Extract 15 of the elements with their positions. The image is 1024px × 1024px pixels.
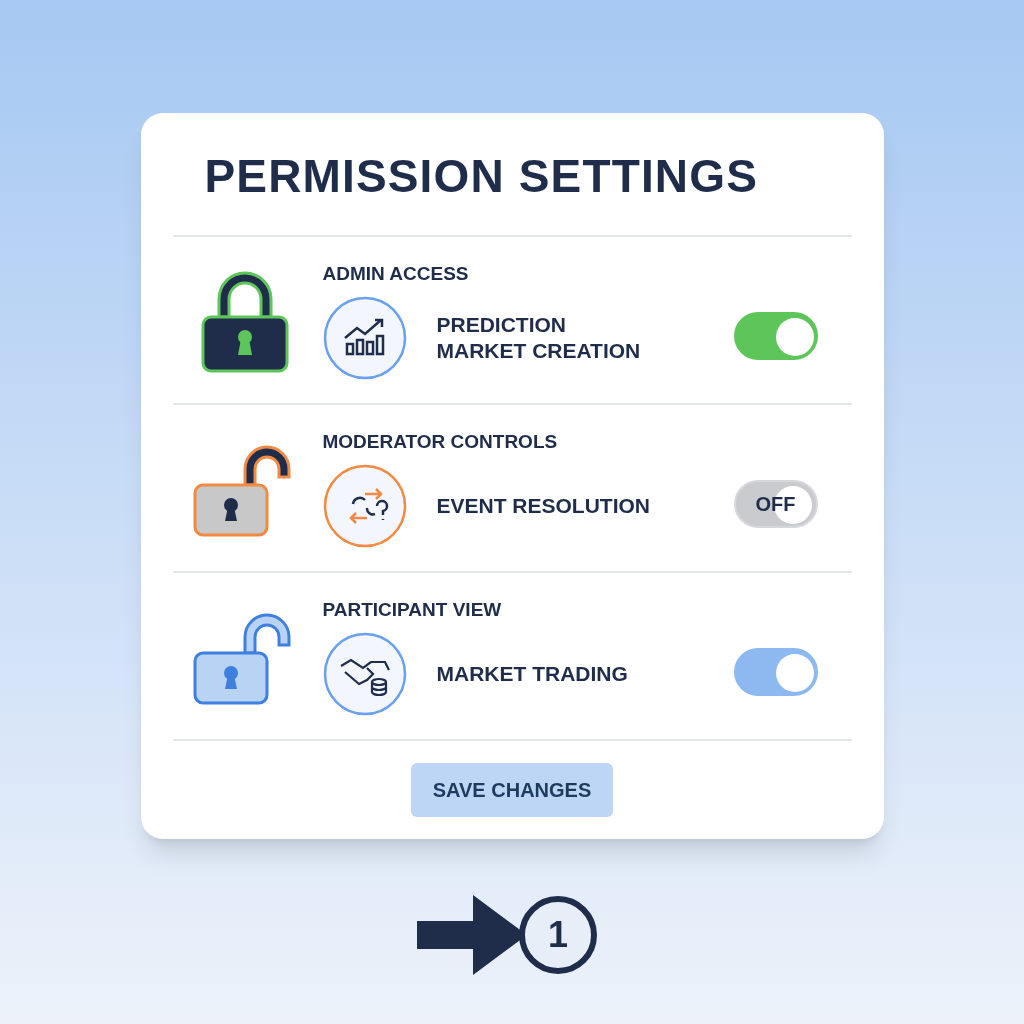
role-label: PARTICIPANT VIEW: [322, 597, 503, 622]
toggle-switch[interactable]: [733, 311, 818, 360]
toggle-switch[interactable]: [733, 647, 818, 696]
feature-label: EVENT RESOLUTION: [436, 493, 652, 520]
chart-icon: [322, 296, 407, 381]
feature-label: MARKET TRADING: [436, 661, 629, 688]
feature-label: PREDICTION MARKET CREATION: [436, 312, 642, 365]
toggle-switch[interactable]: OFF: [733, 479, 818, 528]
save-button[interactable]: SAVE CHANGES: [410, 763, 614, 817]
step-number: 1: [519, 896, 597, 974]
card-title: PERMISSION SETTINGS: [203, 153, 759, 199]
role-label: MODERATOR CONTROLS: [322, 429, 559, 454]
handshake-icon: [322, 632, 407, 717]
role-label: ADMIN ACCESS: [322, 261, 470, 286]
exchange-icon: [322, 464, 407, 549]
